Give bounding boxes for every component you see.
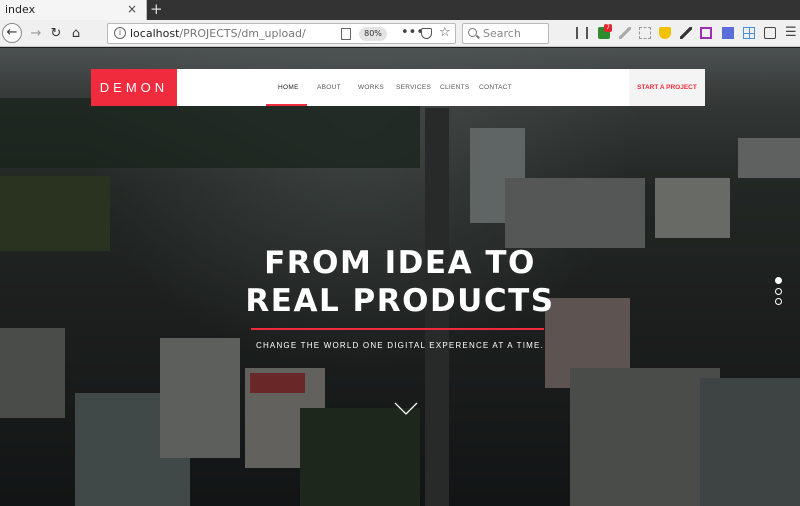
nav-works[interactable]: WORKS	[358, 69, 384, 106]
extension-screenshot-icon[interactable]	[639, 27, 651, 39]
extension-shield-icon[interactable]	[659, 27, 671, 39]
extension-grid-icon[interactable]	[743, 27, 755, 39]
hero-title-line2: REAL PRODUCTS	[245, 283, 555, 319]
url-bar[interactable]: i localhost/PROJECTS/dm_upload/ 80% ••• …	[107, 23, 456, 44]
hero-subtitle: CHANGE THE WORLD ONE DIGITAL EXPERENCE A…	[255, 341, 545, 350]
hero-title-line1: FROM IDEA TO	[264, 245, 536, 281]
close-tab-icon[interactable]: ×	[127, 2, 137, 16]
slider-dot-2[interactable]	[775, 288, 782, 295]
browser-tab[interactable]: index ×	[0, 0, 147, 20]
zoom-badge[interactable]: 80%	[359, 27, 387, 41]
forward-icon[interactable]: →	[26, 24, 46, 44]
start-project-button[interactable]: START A PROJECT	[629, 69, 705, 106]
search-icon	[468, 28, 477, 37]
home-icon[interactable]: ⌂	[66, 24, 86, 44]
tab-bar: index × +	[0, 0, 800, 20]
search-placeholder: Search	[483, 27, 521, 40]
hero-title: FROM IDEA TO REAL PRODUCTS	[0, 244, 800, 320]
info-icon[interactable]: i	[114, 27, 126, 39]
chevron-down-icon[interactable]	[394, 402, 418, 416]
nav-clients[interactable]: CLIENTS	[440, 69, 470, 106]
hero-divider	[251, 328, 544, 330]
nav-services[interactable]: SERVICES	[396, 69, 431, 106]
extension-layers-icon[interactable]	[700, 27, 712, 39]
url-host: localhost	[130, 27, 180, 40]
extension-pen-icon[interactable]	[619, 27, 631, 39]
slider-dot-3[interactable]	[775, 298, 782, 305]
tab-title: index	[5, 3, 36, 16]
page-viewport: DEMON HOME ABOUT WORKS SERVICES CLIENTS …	[0, 48, 800, 506]
site-navbar: DEMON HOME ABOUT WORKS SERVICES CLIENTS …	[91, 69, 705, 106]
active-nav-underline	[266, 104, 307, 106]
reader-icon[interactable]	[341, 28, 351, 40]
nav-about[interactable]: ABOUT	[317, 69, 341, 106]
search-input[interactable]: Search	[462, 23, 549, 44]
url-path: /PROJECTS/dm_upload/	[179, 27, 306, 40]
back-icon[interactable]: ←	[2, 23, 22, 43]
reload-icon[interactable]: ↻	[46, 24, 66, 44]
nav-home[interactable]: HOME	[278, 69, 299, 106]
browser-toolbar: ← → ↻ ⌂ i localhost/PROJECTS/dm_upload/ …	[0, 20, 800, 47]
extension-badge: 7	[604, 24, 612, 32]
extension-blue-icon[interactable]	[722, 27, 734, 39]
slider-dot-1[interactable]	[775, 277, 782, 284]
brand-logo[interactable]: DEMON	[91, 69, 177, 106]
library-icon[interactable]	[576, 27, 588, 39]
sidebar-icon[interactable]	[764, 27, 776, 39]
menu-icon[interactable]: ☰	[785, 25, 797, 40]
star-icon[interactable]: ☆	[439, 25, 451, 40]
nav-contact[interactable]: CONTACT	[479, 69, 512, 106]
extension-eyedropper-icon[interactable]	[680, 27, 692, 39]
new-tab-button[interactable]: +	[150, 0, 163, 18]
url-text[interactable]: localhost/PROJECTS/dm_upload/	[130, 27, 306, 40]
pocket-icon[interactable]	[421, 28, 432, 39]
